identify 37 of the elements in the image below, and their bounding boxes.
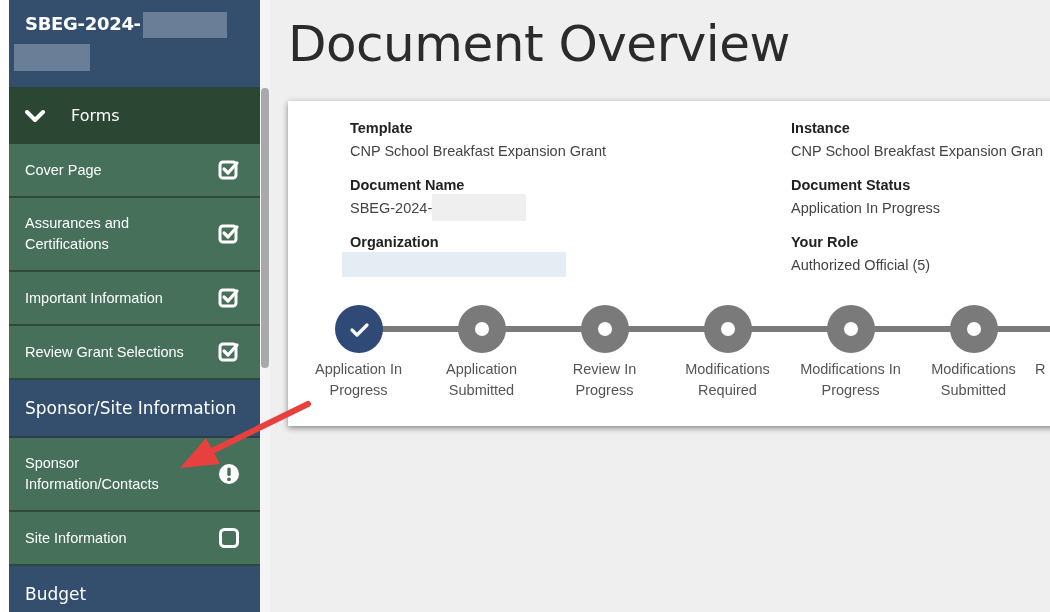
step-label: Modifications Required [684,360,771,400]
section-title: Sponsor/Site Information [25,398,237,418]
item-label: Review Grant Selections [25,342,184,362]
item-label: Cover Page [25,160,102,180]
step-label: R [1035,360,1046,379]
field-label: Template [350,119,414,138]
scrollbar-thumb[interactable] [261,88,269,368]
field-value: Authorized Official (5) [791,255,931,275]
item-label: Important Information [25,288,163,308]
field-label: Document Name [350,176,466,195]
field-value: CNP School Breakfast Expansion Grant [350,141,607,161]
sidebar-item[interactable]: Sponsor Information/Contacts [9,438,260,512]
step-label: Modifications In Progress [799,360,902,400]
sidebar-item[interactable]: Site Information [9,512,260,566]
field-label: Document Status [791,176,912,195]
section-header[interactable]: Forms [9,87,260,144]
step-label: Review In Progress [571,360,638,400]
field-value: Application In Progress [791,198,941,218]
sidebar-item[interactable]: Assurances and Certifications [9,198,260,272]
sidebar-item[interactable]: Review Grant Selections [9,326,260,380]
step-label: Application In Progress [313,360,404,400]
sidebar-item[interactable]: Cover Page [9,144,260,198]
step-label: Application Submitted [445,360,518,400]
field-label: Instance [791,119,851,138]
page-title: Document Overview [288,14,791,75]
item-label: Assurances and Certifications [25,214,130,254]
field-label: Organization [350,233,440,252]
field-value: CNP School Breakfast Expansion Gran [791,141,1043,161]
field-label: Your Role [791,233,860,252]
section-title: Forms [71,106,120,125]
field-value: SBEG-2024- [350,198,433,218]
item-label: Site Information [25,528,127,548]
document-id: SBEG-2024- [25,12,141,34]
section-title: Budget [25,584,87,604]
step-label: Modifications Submitted [930,360,1017,400]
item-label: Sponsor Information/Contacts [25,454,160,494]
sidebar-item[interactable]: Important Information [9,272,260,326]
